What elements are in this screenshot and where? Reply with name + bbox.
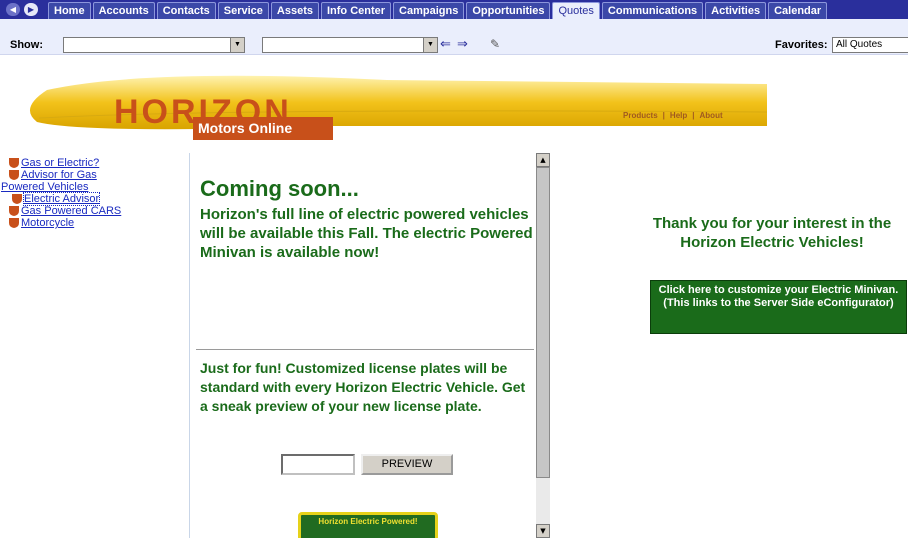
nav-item-label: Gas Powered CARS xyxy=(21,205,122,217)
nav-item-label: Advisor for Gas xyxy=(21,169,97,181)
shield-bullet-icon xyxy=(9,158,19,168)
nav-motorcycle[interactable]: Motorcycle xyxy=(9,217,179,229)
favorites-select-value: All Quotes xyxy=(836,39,883,50)
nav-powered-vehicles[interactable]: Powered Vehicles xyxy=(1,181,179,193)
coming-soon-heading: Coming soon... xyxy=(200,176,359,201)
license-plate-text: Just for fun! Customized license plates … xyxy=(200,360,526,414)
tab-accounts[interactable]: Accounts xyxy=(92,2,155,19)
toolbar: Show: ▼ ▼ ⇐ ⇒ ✎ Favorites: All Quotes xyxy=(0,19,908,55)
shield-bullet-icon xyxy=(12,194,22,204)
coming-soon-text: Horizon's full line of electric powered … xyxy=(200,206,533,261)
scrollbar-thumb[interactable] xyxy=(536,167,550,478)
scroll-down-icon[interactable]: ▼ xyxy=(536,524,550,538)
shield-bullet-icon xyxy=(9,206,19,216)
nav-item-label: Electric Advisor xyxy=(22,192,101,206)
chevron-down-icon[interactable]: ▼ xyxy=(423,38,437,52)
nav-gas-or-electric[interactable]: Gas or Electric? xyxy=(9,157,179,169)
tab-opportunities[interactable]: Opportunities xyxy=(466,2,551,19)
tab-quotes[interactable]: Quotes xyxy=(552,2,600,19)
shield-bullet-icon xyxy=(9,218,19,228)
nav-gas-cars[interactable]: Gas Powered CARS xyxy=(9,205,179,217)
customize-minivan-button[interactable]: Click here to customize your Electric Mi… xyxy=(650,280,907,334)
show-label: Show: xyxy=(10,39,43,51)
app-tab-bar: ◀ ▶ Home Accounts Contacts Service Asset… xyxy=(0,0,908,19)
tab-scroll-right-icon[interactable]: ▶ xyxy=(24,3,38,16)
preview-button[interactable]: PREVIEW xyxy=(361,454,453,475)
tab-scroll-left-icon[interactable]: ◀ xyxy=(6,3,20,16)
chevron-down-icon[interactable]: ▼ xyxy=(230,38,244,52)
logo-subtitle: Motors Online xyxy=(193,117,333,140)
left-nav: Gas or Electric? Advisor for Gas Powered… xyxy=(1,157,179,229)
tab-info-center[interactable]: Info Center xyxy=(320,2,392,19)
forward-arrow-icon[interactable]: ⇒ xyxy=(457,38,468,51)
banner-links: Products | Help | About xyxy=(623,111,723,120)
license-plate-preview: Horizon Electric Powered! xyxy=(298,512,438,538)
nav-item-label: Gas or Electric? xyxy=(21,157,100,169)
nav-advisor-gas[interactable]: Advisor for Gas xyxy=(9,169,179,181)
tab-home[interactable]: Home xyxy=(48,2,91,19)
favorites-select[interactable]: All Quotes xyxy=(832,37,908,53)
tab-assets[interactable]: Assets xyxy=(270,2,319,19)
products-link[interactable]: Products xyxy=(623,111,658,120)
tab-contacts[interactable]: Contacts xyxy=(156,2,216,19)
thank-you-text: Thank you for your interest in the Horiz… xyxy=(652,215,892,251)
nav-item-label: Motorcycle xyxy=(21,217,75,229)
center-frame: Coming soon... Horizon's full line of el… xyxy=(191,153,539,538)
help-link[interactable]: Help xyxy=(670,111,687,120)
scroll-up-icon[interactable]: ▲ xyxy=(536,153,550,167)
plate-caption: Horizon Electric Powered! xyxy=(318,517,418,526)
site-banner: HORIZON Motors Online Products | Help | Abou… xyxy=(27,72,767,142)
shield-bullet-icon xyxy=(9,170,19,180)
back-arrow-icon[interactable]: ⇐ xyxy=(440,38,451,51)
view-select[interactable]: ▼ xyxy=(262,37,438,53)
center-scrollbar[interactable]: ▲ ▼ xyxy=(536,153,550,538)
nav-item-label: Powered Vehicles xyxy=(1,181,89,193)
tab-service[interactable]: Service xyxy=(217,2,269,19)
tab-activities[interactable]: Activities xyxy=(705,2,767,19)
show-select[interactable]: ▼ xyxy=(63,37,245,53)
edit-icon[interactable]: ✎ xyxy=(490,38,500,51)
section-divider xyxy=(196,349,534,350)
tab-campaigns[interactable]: Campaigns xyxy=(393,2,465,19)
tab-strip: Home Accounts Contacts Service Assets In… xyxy=(48,2,829,19)
about-link[interactable]: About xyxy=(700,111,723,120)
frame-divider xyxy=(189,153,190,538)
favorites-label: Favorites: xyxy=(775,39,828,51)
tab-calendar[interactable]: Calendar xyxy=(768,2,828,19)
nav-electric-advisor[interactable]: Electric Advisor xyxy=(12,192,179,206)
plate-text-input[interactable] xyxy=(281,454,355,475)
tab-communications[interactable]: Communications xyxy=(601,2,704,19)
